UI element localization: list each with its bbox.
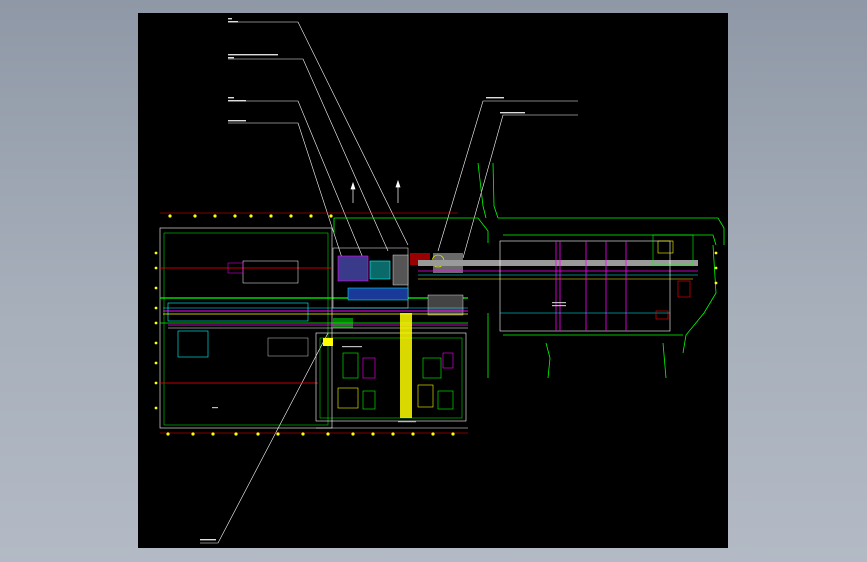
drawing-annotations: [212, 302, 566, 423]
cad-viewport[interactable]: [138, 13, 728, 548]
right-building: [499, 234, 694, 332]
callout-leaders: [200, 21, 578, 544]
cad-drawing: [154, 18, 725, 544]
central-building: [315, 313, 468, 429]
road-network: [333, 162, 725, 379]
